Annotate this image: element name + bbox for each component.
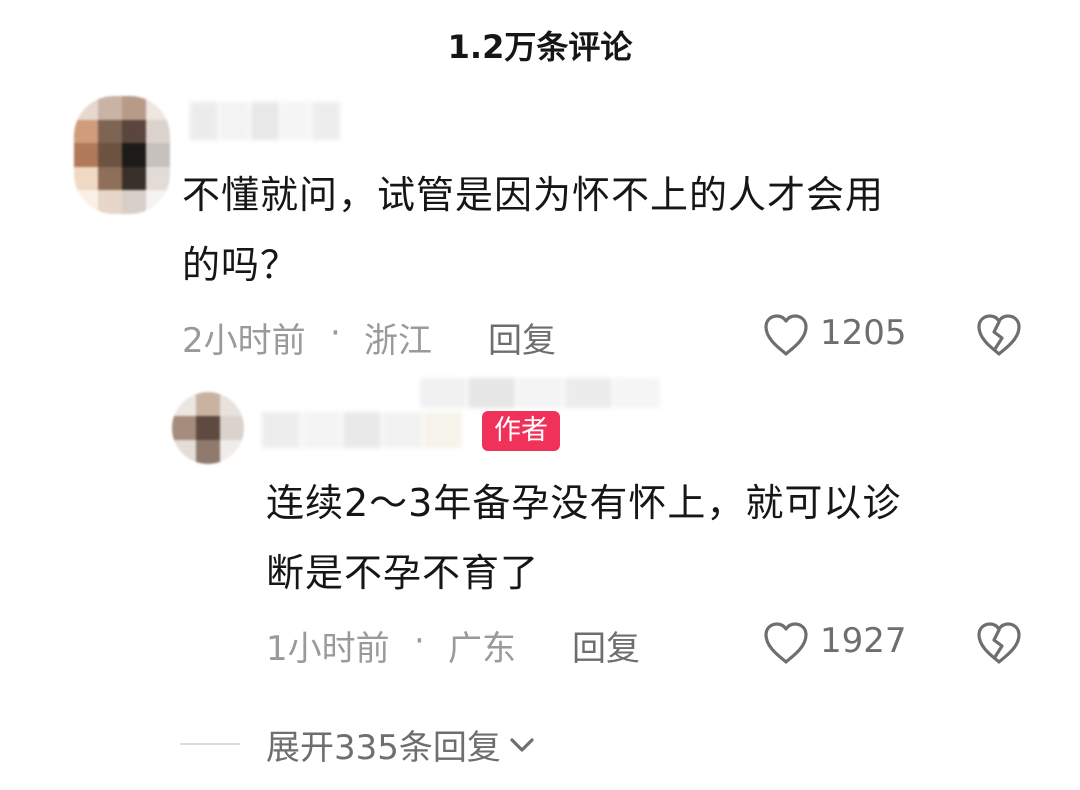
avatar-pixel <box>172 392 196 416</box>
avatar-pixel <box>122 119 146 144</box>
avatar-pixel <box>172 416 196 440</box>
avatar-pixel <box>172 440 196 464</box>
avatar-pixel <box>122 143 146 167</box>
reply-to-blurred <box>420 378 661 408</box>
avatar-pixel <box>146 143 170 167</box>
avatar-pixel <box>74 166 98 191</box>
avatar-pixel <box>196 392 220 416</box>
reply-reply-button[interactable]: 回复 <box>572 621 640 670</box>
expand-replies-label: 展开335条回复 <box>266 728 501 768</box>
avatar-pixel <box>98 119 122 144</box>
like-button[interactable] <box>762 312 810 358</box>
broken-heart-icon <box>977 622 1021 664</box>
avatar-pixel <box>122 190 146 214</box>
avatar-pixel <box>146 119 170 144</box>
comment-text-line-1: 不懂就问，试管是因为怀不上的人才会用 <box>182 173 885 217</box>
heart-icon <box>764 622 808 664</box>
broken-heart-icon <box>977 314 1021 356</box>
comment-text-line-2: 的吗？ <box>182 243 300 287</box>
reply-like-button[interactable] <box>762 620 810 666</box>
dislike-button[interactable] <box>975 312 1023 358</box>
avatar-pixel <box>220 440 244 464</box>
avatar-pixel <box>220 392 244 416</box>
comment-location: 浙江 <box>364 321 432 361</box>
avatar-pixel <box>122 166 146 191</box>
avatar-pixel <box>74 143 98 167</box>
avatar-pixel <box>196 440 220 464</box>
avatar-pixel <box>74 190 98 214</box>
username-blurred[interactable] <box>190 102 341 140</box>
avatar-pixel <box>146 96 170 120</box>
avatar-pixel <box>146 190 170 214</box>
reply-dislike-button[interactable] <box>975 620 1023 666</box>
meta-separator: · <box>330 313 341 353</box>
avatar-pixel <box>122 96 146 120</box>
reply-location: 广东 <box>448 629 516 669</box>
chevron-down-icon <box>510 737 534 752</box>
avatar-pixel <box>220 416 244 440</box>
avatar-pixel <box>98 143 122 167</box>
heart-icon <box>764 314 808 356</box>
expand-replies-button[interactable]: 展开335条回复 <box>266 720 537 769</box>
avatar-pixel <box>74 96 98 120</box>
avatar-pixel <box>146 166 170 191</box>
avatar-pixel <box>74 119 98 144</box>
reply-time: 1小时前 <box>266 629 390 669</box>
avatar-pixel <box>98 166 122 191</box>
avatar-pixel <box>98 190 122 214</box>
avatar[interactable] <box>74 96 170 214</box>
reply-text-line-2: 断是不孕不育了 <box>266 551 540 595</box>
like-count: 1205 <box>820 313 907 353</box>
reply-text-line-1: 连续2～3年备孕没有怀上，就可以诊 <box>266 481 902 525</box>
reply-button[interactable]: 回复 <box>488 313 556 362</box>
comments-count-title: 1.2万条评论 <box>447 28 633 66</box>
reply-avatar[interactable] <box>172 392 244 464</box>
author-badge: 作者 <box>482 411 560 451</box>
expand-divider <box>180 743 240 745</box>
reply-like-count: 1927 <box>820 621 907 661</box>
avatar-pixel <box>196 416 220 440</box>
comment-time: 2小时前 <box>182 321 306 361</box>
meta-separator: · <box>414 621 425 661</box>
reply-username-blurred[interactable] <box>262 412 463 448</box>
avatar-pixel <box>98 96 122 120</box>
